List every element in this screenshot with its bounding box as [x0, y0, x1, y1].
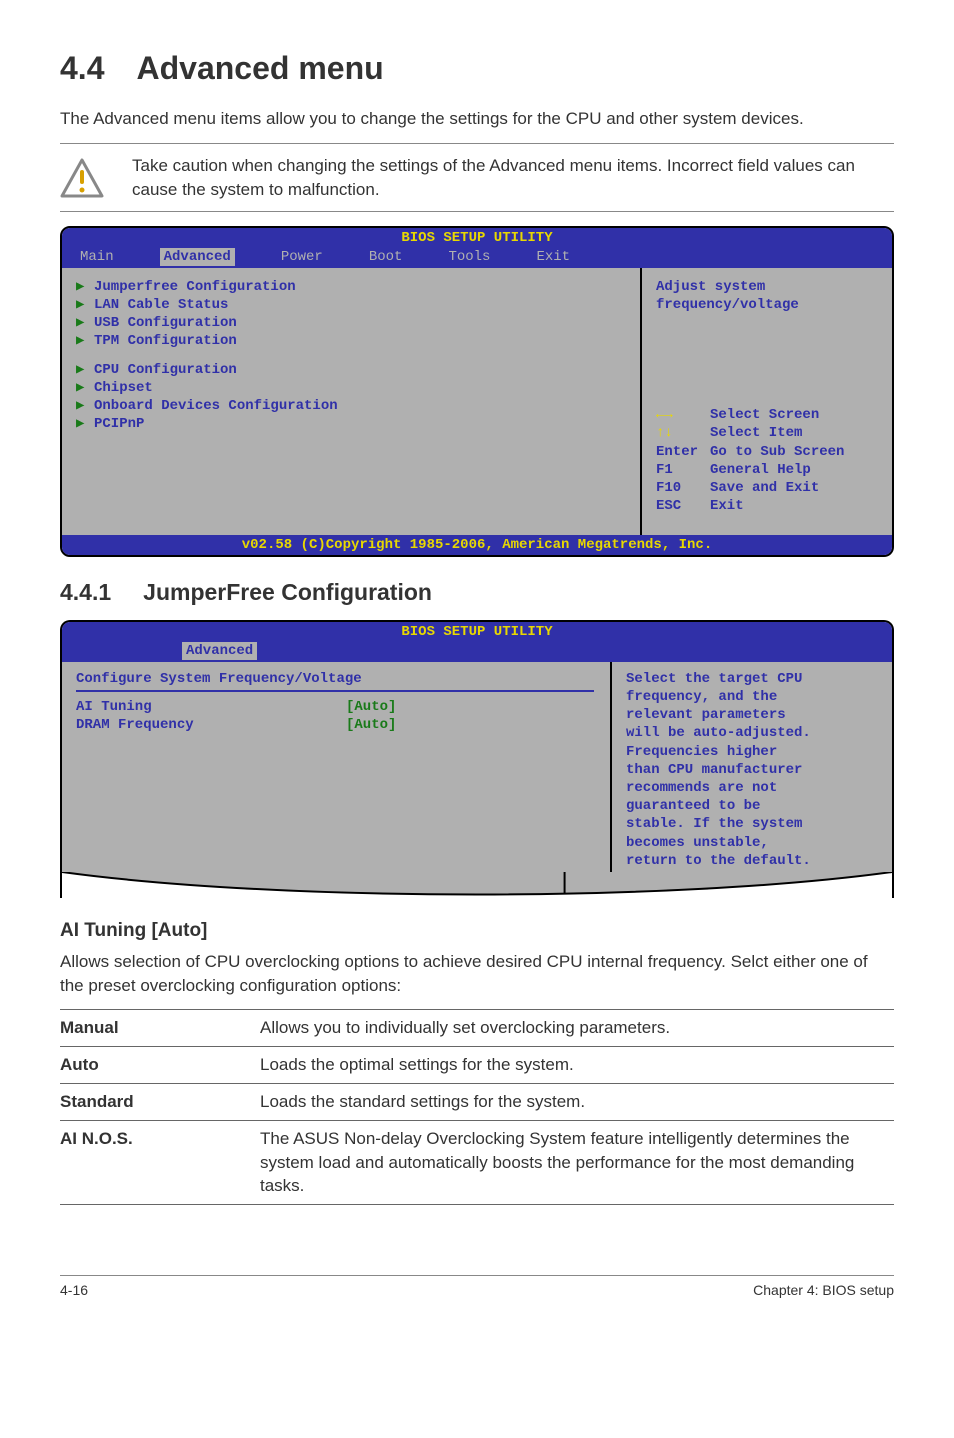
menu-power: Power [281, 248, 343, 266]
menu-tools: Tools [448, 248, 510, 266]
subsection-name: JumperFree Configuration [143, 579, 432, 605]
table-row: Standard Loads the standard settings for… [60, 1084, 894, 1121]
menu-advanced: Advanced [182, 642, 257, 660]
bios-help-line: recommends are not [626, 779, 878, 797]
bios-title: BIOS SETUP UTILITY [62, 228, 892, 247]
bios-item-value: [Auto] [346, 698, 396, 716]
play-icon: ▶ [76, 379, 90, 397]
ai-tuning-options-table: Manual Allows you to individually set ov… [60, 1009, 894, 1205]
opt-key: Auto [60, 1047, 260, 1084]
bios-item: Chipset [94, 379, 153, 397]
key-arrows-ud: ↑↓ [656, 424, 710, 442]
warning-icon [60, 158, 104, 198]
play-icon: ▶ [76, 332, 90, 350]
bios-left-panel: Configure System Frequency/Voltage AI Tu… [62, 662, 612, 872]
table-row: Manual Allows you to individually set ov… [60, 1010, 894, 1047]
bios-help-line: guaranteed to be [626, 797, 878, 815]
bios-item: PCIPnP [94, 415, 144, 433]
bios-help-line: Select the target CPU [626, 670, 878, 688]
page-number: 4-16 [60, 1282, 88, 1298]
bios-hint-line: Adjust system [656, 278, 878, 296]
opt-key: Standard [60, 1084, 260, 1121]
bios-item-value: [Auto] [346, 716, 396, 734]
bios-item: USB Configuration [94, 314, 237, 332]
chapter-label: Chapter 4: BIOS setup [753, 1282, 894, 1298]
bios-advanced-screenshot: BIOS SETUP UTILITY Main Advanced Power B… [60, 226, 894, 557]
section-title: 4.4 Advanced menu [60, 50, 894, 87]
key-esc: ESC [656, 497, 710, 515]
bios-help-line: Frequencies higher [626, 743, 878, 761]
play-icon: ▶ [76, 278, 90, 296]
bios-right-panel: Adjust system frequency/voltage ←→Select… [642, 268, 892, 536]
key-desc: Select Screen [710, 407, 819, 423]
key-desc: General Help [710, 462, 811, 478]
bios-help-line: than CPU manufacturer [626, 761, 878, 779]
ai-tuning-heading: AI Tuning [Auto] [60, 920, 894, 942]
menu-main: Main [80, 248, 134, 266]
section-name: Advanced menu [136, 50, 383, 86]
opt-key: AI N.O.S. [60, 1120, 260, 1204]
bios-help-line: will be auto-adjusted. [626, 724, 878, 742]
play-icon: ▶ [76, 296, 90, 314]
key-enter: Enter [656, 443, 710, 461]
play-icon: ▶ [76, 415, 90, 433]
key-f10: F10 [656, 479, 710, 497]
intro-paragraph: The Advanced menu items allow you to cha… [60, 107, 894, 131]
caution-text: Take caution when changing the settings … [132, 154, 894, 202]
subsection-title: 4.4.1 JumperFree Configuration [60, 579, 894, 606]
play-icon: ▶ [76, 314, 90, 332]
key-desc: Go to Sub Screen [710, 444, 844, 460]
bios-title: BIOS SETUP UTILITY [62, 622, 892, 641]
bios-item: LAN Cable Status [94, 296, 228, 314]
bios-item: CPU Configuration [94, 361, 237, 379]
bios-jumperfree-screenshot: BIOS SETUP UTILITY Advanced Configure Sy… [60, 620, 894, 897]
menu-boot: Boot [369, 248, 423, 266]
opt-key: Manual [60, 1010, 260, 1047]
bios-hint-line: frequency/voltage [656, 296, 878, 314]
bios-menubar: Main Advanced Power Boot Tools Exit [62, 248, 892, 268]
bios-item: TPM Configuration [94, 332, 237, 350]
key-desc: Save and Exit [710, 480, 819, 496]
subsection-number: 4.4.1 [60, 579, 111, 605]
table-row: Auto Loads the optimal settings for the … [60, 1047, 894, 1084]
opt-val: Loads the optimal settings for the syste… [260, 1047, 894, 1084]
key-desc: Select Item [710, 425, 802, 441]
bios-item-label: DRAM Frequency [76, 716, 346, 734]
play-icon: ▶ [76, 361, 90, 379]
table-row: AI N.O.S. The ASUS Non-delay Overclockin… [60, 1120, 894, 1204]
bios-right-panel: Select the target CPU frequency, and the… [612, 662, 892, 872]
bios-item-label: AI Tuning [76, 698, 346, 716]
page-footer: 4-16 Chapter 4: BIOS setup [60, 1275, 894, 1298]
opt-val: Loads the standard settings for the syst… [260, 1084, 894, 1121]
bios-help-line: becomes unstable, [626, 834, 878, 852]
bios-left-panel: ▶Jumperfree Configuration ▶LAN Cable Sta… [62, 268, 642, 536]
opt-val: The ASUS Non-delay Overclocking System f… [260, 1120, 894, 1204]
key-desc: Exit [710, 498, 744, 514]
bios-panel-header: Configure System Frequency/Voltage [76, 670, 594, 688]
bios-help-line: frequency, and the [626, 688, 878, 706]
bios-item: Onboard Devices Configuration [94, 397, 338, 415]
bios-item: Jumperfree Configuration [94, 278, 296, 296]
menu-advanced: Advanced [160, 248, 235, 266]
play-icon: ▶ [76, 397, 90, 415]
ai-tuning-desc: Allows selection of CPU overclocking opt… [60, 950, 894, 998]
bios-curve-cut [62, 872, 892, 898]
menu-exit: Exit [536, 248, 590, 266]
bios-help-line: return to the default. [626, 852, 878, 870]
caution-callout: Take caution when changing the settings … [60, 144, 894, 212]
bios-copyright: v02.58 (C)Copyright 1985-2006, American … [62, 535, 892, 555]
key-arrows-lr: ←→ [656, 406, 710, 424]
bios-menubar: Advanced [62, 642, 892, 662]
opt-val: Allows you to individually set overclock… [260, 1010, 894, 1047]
bios-help-line: relevant parameters [626, 706, 878, 724]
key-f1: F1 [656, 461, 710, 479]
bios-help-line: stable. If the system [626, 815, 878, 833]
section-number: 4.4 [60, 50, 104, 86]
